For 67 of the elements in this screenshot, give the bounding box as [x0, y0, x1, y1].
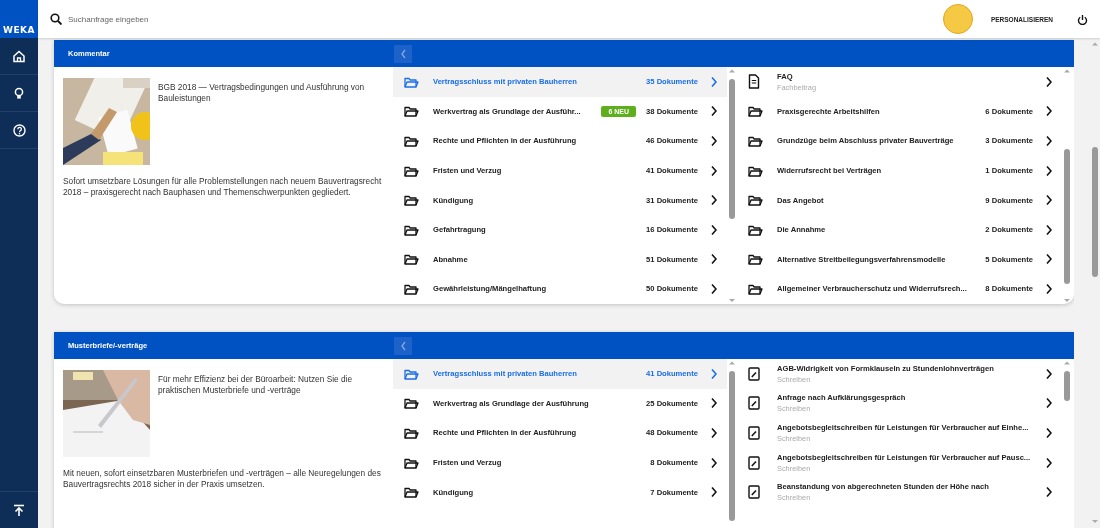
- folder-icon: [404, 105, 419, 118]
- folder-icon: [404, 486, 419, 499]
- edit-document-icon: [748, 426, 760, 440]
- product-title: BGB 2018 — Vertragsbedingungen und Ausführung von Bauleistungen: [158, 81, 366, 105]
- chevron-right-icon: [710, 75, 717, 88]
- folder-icon: [404, 282, 419, 295]
- chevron-right-icon: [710, 486, 717, 499]
- logo[interactable]: WEKA: [0, 0, 38, 38]
- folder-icon: [404, 135, 419, 147]
- folder-icon: [404, 164, 419, 177]
- chevron-right-icon: [710, 105, 717, 118]
- folder-icon: [748, 135, 763, 147]
- home-icon[interactable]: [12, 49, 26, 63]
- folder-icon: [404, 253, 419, 266]
- folder-icon: [748, 164, 763, 177]
- edit-document-icon: [748, 485, 760, 500]
- edit-document-icon: [748, 396, 760, 411]
- chevron-right-icon: [710, 253, 717, 266]
- power-icon[interactable]: [1077, 13, 1088, 25]
- scrollbar[interactable]: [727, 69, 737, 303]
- chevron-right-icon: [1045, 456, 1052, 469]
- chevron-right-icon: [1045, 253, 1052, 266]
- chevron-right-icon: [1045, 397, 1052, 410]
- folder-icon: [748, 253, 763, 266]
- folder-icon: [404, 367, 419, 380]
- document-icon: [748, 74, 760, 90]
- scrollbar[interactable]: [1062, 69, 1072, 303]
- folder-icon: [748, 194, 763, 207]
- chevron-right-icon: [1045, 75, 1052, 88]
- folder-icon: [404, 194, 419, 207]
- folder-icon: [404, 75, 419, 88]
- chevron-right-icon: [710, 456, 717, 469]
- chevron-right-icon: [710, 427, 717, 439]
- folder-icon: [748, 105, 763, 118]
- help-icon[interactable]: [12, 123, 26, 137]
- chevron-right-icon: [1045, 223, 1052, 236]
- chevron-right-icon: [710, 367, 717, 380]
- chevron-right-icon: [1045, 194, 1052, 207]
- chevron-right-icon: [1045, 486, 1052, 499]
- chevron-right-icon: [1045, 367, 1052, 380]
- chevron-right-icon: [710, 397, 717, 410]
- search-icon: [50, 13, 62, 25]
- folder-icon: [404, 223, 419, 236]
- chevron-right-icon: [1045, 135, 1052, 147]
- chevron-right-icon: [1045, 282, 1052, 295]
- folder-icon: [748, 282, 763, 295]
- edit-document-icon: [748, 455, 760, 470]
- scroll-to-top-icon[interactable]: [13, 503, 25, 517]
- chevron-right-icon: [710, 135, 717, 147]
- folder-icon: [404, 456, 419, 469]
- chevron-right-icon: [1045, 105, 1052, 118]
- edit-document-icon: [748, 366, 760, 381]
- chevron-right-icon: [710, 164, 717, 177]
- chevron-right-icon: [1045, 427, 1052, 439]
- chevron-right-icon: [1045, 164, 1052, 177]
- folder-icon: [404, 427, 419, 439]
- chevron-right-icon: [710, 223, 717, 236]
- product-description: Sofort umsetzbare Lösungen für alle Problemstellungen nach neuem Bauvertragsrecht 2018 – praxisgerecht nach Bauphasen und Themenschwerpunkten gegliedert.: [63, 176, 383, 198]
- product-title: Für mehr Effizienz bei der Büroarbeit: Nutzen Sie die praktischen Musterbriefe und -verträge: [158, 373, 353, 397]
- lightbulb-icon[interactable]: [13, 87, 25, 99]
- chevron-right-icon: [710, 282, 717, 295]
- product-description: Mit neuen, sofort einsetzbaren Musterbriefen und -verträgen – alle Neuregelungen des Bauvertragsrechts 2018 sicher in der Praxis umsetzen.: [63, 468, 382, 490]
- folder-icon: [404, 397, 419, 410]
- folder-icon: [748, 223, 763, 236]
- chevron-right-icon: [710, 194, 717, 207]
- scrollbar[interactable]: [1090, 42, 1100, 524]
- avatar[interactable]: [942, 4, 973, 34]
